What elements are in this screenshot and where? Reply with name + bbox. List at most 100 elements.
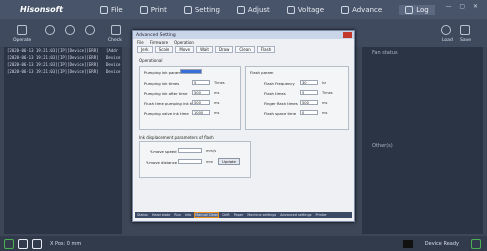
- menu-advance[interactable]: Advance: [341, 5, 383, 14]
- status-item[interactable]: Head state: [152, 213, 171, 217]
- flush-time-input[interactable]: 500: [192, 100, 210, 105]
- status-item[interactable]: Machine settings: [247, 213, 276, 217]
- advanced-setting-dialog: Advanced Setting File Firmware Operation…: [132, 30, 355, 222]
- unit-label: ms: [214, 91, 220, 95]
- gear-icon: [183, 5, 192, 14]
- menu-print-label: Print: [150, 5, 167, 14]
- window-controls[interactable]: — ▢ ✕: [445, 3, 481, 10]
- field-label: Flash Frequency: [264, 81, 295, 86]
- y-move-distance-input[interactable]: [178, 159, 202, 164]
- log-panel[interactable]: [2020-06-13 19:21:03][IP][Device][ERR] […: [4, 47, 122, 234]
- print-icon: [139, 5, 148, 14]
- unit-label: ms: [214, 101, 220, 105]
- dialog-status-strip: Status Head state Run Info Manual Clean …: [135, 212, 352, 218]
- position-readout: X Pos: 0 mm: [50, 240, 82, 247]
- pause-icon[interactable]: [65, 25, 75, 35]
- status-item[interactable]: Info: [185, 213, 191, 217]
- fan-status-label: Fan status: [372, 50, 398, 56]
- refresh-icon[interactable]: [32, 238, 42, 249]
- menu-voltage[interactable]: Voltage: [286, 5, 325, 14]
- statusbar: X Pos: 0 mm Device Ready: [0, 236, 487, 251]
- pump-times-input[interactable]: 5: [192, 80, 210, 85]
- valve-time-input[interactable]: 1000: [192, 110, 210, 115]
- play-icon[interactable]: [45, 25, 55, 35]
- voltage-icon: [286, 5, 295, 14]
- pump-params-label: Pumping ink params: [144, 70, 183, 75]
- tab-move[interactable]: Move: [175, 46, 195, 53]
- field-label: Y-move distance: [146, 160, 178, 165]
- field-label: Flash space time: [264, 111, 297, 116]
- menu-adjust[interactable]: Adjust: [236, 5, 270, 14]
- dialog-titlebar: Advanced Setting: [133, 31, 354, 39]
- flash-frequency-input[interactable]: 30: [300, 80, 318, 85]
- status-item[interactable]: Advanced settings: [280, 213, 311, 217]
- pump-params-select[interactable]: [180, 69, 202, 74]
- unit-label: ms: [322, 101, 328, 105]
- tab-jerk[interactable]: Jerk: [137, 46, 153, 53]
- menu-file[interactable]: File: [100, 5, 123, 14]
- unit-label: ms: [322, 111, 328, 115]
- update-button[interactable]: Update: [218, 158, 240, 165]
- status-item[interactable]: Printer: [316, 213, 327, 217]
- power-icon[interactable]: [4, 238, 14, 249]
- advance-icon: [341, 5, 350, 14]
- field-label: Pumping valve ink time: [144, 111, 189, 116]
- tab-clean[interactable]: Clean: [235, 46, 255, 53]
- menu-advance-label: Advance: [352, 5, 383, 14]
- device-icon: [402, 239, 413, 248]
- menu-voltage-label: Voltage: [297, 5, 325, 14]
- y-move-speed-input[interactable]: [178, 148, 202, 153]
- menu-print[interactable]: Print: [139, 5, 167, 14]
- displacement-title: Ink displacement parameters of flash: [139, 135, 214, 140]
- app-logo: Hisonsoft: [20, 5, 63, 14]
- log-side-column: [Addr Device Device Device: [103, 47, 123, 75]
- status-item[interactable]: Run: [174, 213, 181, 217]
- pump-after-time-input[interactable]: 500: [192, 90, 210, 95]
- operate-icon[interactable]: [17, 25, 27, 35]
- dialog-menu-operation[interactable]: Operation: [174, 40, 194, 45]
- status-item[interactable]: Status: [137, 213, 148, 217]
- menu-file-label: File: [111, 5, 123, 14]
- status-item[interactable]: Paper: [234, 213, 244, 217]
- flash-space-input[interactable]: 0: [300, 110, 318, 115]
- status-panel: Fan status Other(s): [362, 47, 483, 234]
- flash-param-label: Flash param: [250, 70, 274, 75]
- section-title: Operational: [139, 58, 163, 63]
- check-label: Check: [108, 38, 122, 43]
- flash-group: Flash param Flash Frequency 30 hz Flash …: [245, 66, 349, 130]
- log-side-text: Device: [106, 55, 121, 60]
- tab-scale[interactable]: Scale: [154, 46, 174, 53]
- load-label: Load: [442, 38, 453, 43]
- close-icon[interactable]: [343, 32, 352, 38]
- finger-flash-input[interactable]: 500: [300, 100, 318, 105]
- main-menubar: Hisonsoft File Print Setting Adjust Volt…: [0, 0, 487, 19]
- connect-icon[interactable]: [471, 238, 481, 249]
- stop-icon[interactable]: [85, 25, 95, 35]
- field-label: Y-move speed: [150, 149, 177, 154]
- status-item-manual-clean[interactable]: Manual Clean: [194, 212, 220, 218]
- log-icon: [405, 5, 414, 14]
- flash-times-input[interactable]: 5: [300, 90, 318, 95]
- menu-setting-label: Setting: [194, 5, 220, 14]
- tab-wait[interactable]: Wait: [196, 46, 213, 53]
- status-item[interactable]: Drift: [222, 213, 229, 217]
- tab-draw[interactable]: Draw: [214, 46, 234, 53]
- save-icon[interactable]: [460, 25, 470, 35]
- pump-group: Pumping ink params Pumping ink times 5 T…: [139, 66, 241, 130]
- dialog-menu-file[interactable]: File: [137, 40, 144, 45]
- field-label: Pumping ink times: [144, 81, 180, 86]
- unit-label: ms: [214, 111, 220, 115]
- info-icon[interactable]: [18, 238, 28, 249]
- load-icon[interactable]: [441, 25, 451, 35]
- menu-log[interactable]: Log: [399, 4, 435, 15]
- dialog-tabs: Jerk Scale Move Wait Draw Clean Flash: [133, 45, 354, 54]
- other-label: Other(s): [372, 143, 393, 149]
- tab-flash[interactable]: Flash: [256, 46, 276, 53]
- dialog-menu-firmware[interactable]: Firmware: [150, 40, 168, 45]
- field-label: Flash times: [264, 91, 286, 96]
- menu-adjust-label: Adjust: [247, 5, 270, 14]
- device-status: Device Ready: [424, 240, 459, 247]
- check-icon[interactable]: [111, 25, 121, 35]
- menu-setting[interactable]: Setting: [183, 5, 220, 14]
- file-icon: [100, 5, 108, 14]
